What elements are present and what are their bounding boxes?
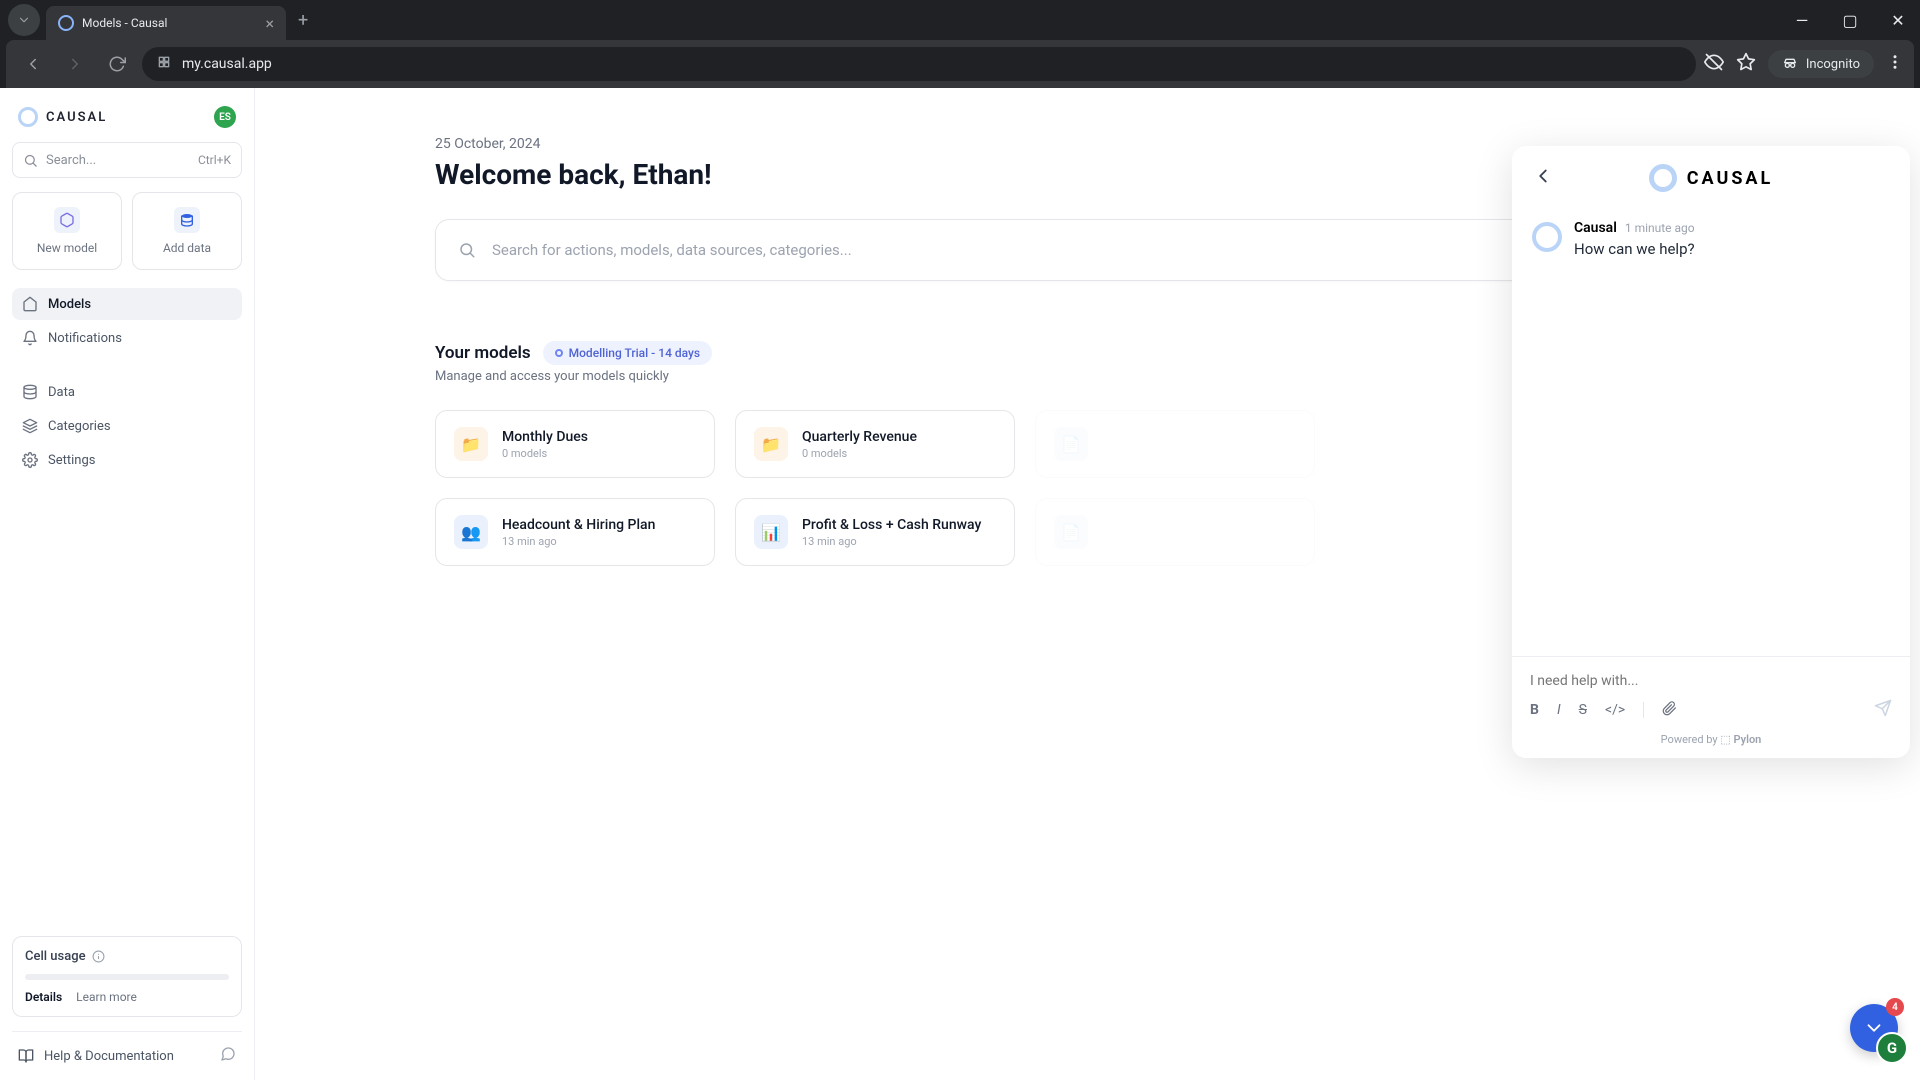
bookmark-icon[interactable] bbox=[1736, 52, 1756, 76]
nav-notifications[interactable]: Notifications bbox=[12, 322, 242, 354]
model-card[interactable]: 👥 Headcount & Hiring Plan 13 min ago bbox=[435, 498, 715, 566]
reload-button[interactable] bbox=[100, 47, 134, 81]
code-button[interactable]: </> bbox=[1605, 702, 1625, 718]
attach-button[interactable] bbox=[1662, 701, 1677, 720]
chat-format-toolbar: B I S </> bbox=[1530, 699, 1892, 721]
nav-data[interactable]: Data bbox=[12, 376, 242, 408]
model-card[interactable]: 📁 Quarterly Revenue 0 models bbox=[735, 410, 1015, 478]
incognito-icon bbox=[1782, 56, 1798, 72]
chat-footer: Powered by ⬚ Pylon bbox=[1512, 725, 1910, 758]
cell-usage-bar bbox=[25, 974, 229, 980]
chat-input[interactable] bbox=[1530, 667, 1892, 699]
tab-favicon bbox=[58, 15, 74, 31]
help-docs-link[interactable]: Help & Documentation bbox=[12, 1031, 242, 1080]
cell-usage-card: Cell usage Details Learn more bbox=[12, 936, 242, 1017]
people-icon: 👥 bbox=[454, 515, 488, 549]
chat-body: Causal 1 minute ago How can we help? bbox=[1512, 210, 1910, 656]
brand-row: CAUSAL ES bbox=[12, 102, 242, 142]
new-tab-button[interactable]: + bbox=[298, 10, 308, 31]
pylon-icon: ⬚ bbox=[1720, 733, 1733, 746]
tracking-icon[interactable] bbox=[1704, 52, 1724, 76]
sidebar-search[interactable]: Search... Ctrl+K bbox=[12, 142, 242, 178]
browser-toolbar: my.causal.app Incognito bbox=[6, 40, 1914, 88]
chat-brand-logo-icon bbox=[1649, 164, 1677, 192]
add-data-icon bbox=[174, 207, 200, 233]
doc-icon: 📄 bbox=[1054, 515, 1088, 549]
browser-tab[interactable]: Models - Causal × bbox=[46, 6, 286, 40]
nav-settings[interactable]: Settings bbox=[12, 444, 242, 476]
tab-close-button[interactable]: × bbox=[265, 14, 274, 33]
minimize-button[interactable]: — bbox=[1788, 11, 1816, 30]
grammarly-icon[interactable]: G bbox=[1876, 1032, 1908, 1064]
doc-icon: 📊 bbox=[754, 515, 788, 549]
close-window-button[interactable]: ✕ bbox=[1884, 11, 1912, 30]
sidebar: CAUSAL ES Search... Ctrl+K New model Add… bbox=[0, 88, 255, 1080]
search-shortcut: Ctrl+K bbox=[198, 153, 231, 167]
trial-badge[interactable]: Modelling Trial - 14 days bbox=[543, 341, 712, 365]
chat-header: CAUSAL bbox=[1512, 146, 1910, 210]
info-icon[interactable] bbox=[92, 950, 105, 963]
italic-button[interactable]: I bbox=[1557, 702, 1561, 718]
send-button[interactable] bbox=[1874, 699, 1892, 721]
bell-icon bbox=[22, 330, 38, 346]
brand-name: CAUSAL bbox=[46, 110, 107, 125]
chat-timestamp: 1 minute ago bbox=[1625, 221, 1695, 235]
nav-categories[interactable]: Categories bbox=[12, 410, 242, 442]
model-card[interactable]: 📁 Monthly Dues 0 models bbox=[435, 410, 715, 478]
quick-actions: New model Add data bbox=[12, 192, 242, 270]
search-icon bbox=[23, 153, 38, 168]
cell-learn-more-link[interactable]: Learn more bbox=[76, 990, 137, 1004]
url-text: my.causal.app bbox=[182, 56, 272, 72]
model-card[interactable]: 📄 bbox=[1035, 410, 1315, 478]
chat-back-button[interactable] bbox=[1532, 165, 1560, 191]
chat-brand: CAUSAL bbox=[1649, 164, 1774, 192]
nav-list: Models Notifications Data Categories Set… bbox=[12, 288, 242, 476]
support-chat-panel: CAUSAL Causal 1 minute ago How can we he… bbox=[1512, 146, 1910, 758]
gear-icon bbox=[22, 452, 38, 468]
browser-menu-button[interactable] bbox=[1886, 53, 1904, 75]
model-card[interactable]: 📄 bbox=[1035, 498, 1315, 566]
address-bar[interactable]: my.causal.app bbox=[142, 47, 1696, 81]
new-model-button[interactable]: New model bbox=[12, 192, 122, 270]
cell-usage-label: Cell usage bbox=[25, 949, 86, 964]
chat-avatar-icon bbox=[1532, 222, 1562, 252]
tab-search-button[interactable] bbox=[8, 4, 40, 36]
chat-icon[interactable] bbox=[220, 1046, 236, 1066]
nav-models[interactable]: Models bbox=[12, 288, 242, 320]
bold-button[interactable]: B bbox=[1530, 702, 1539, 718]
maximize-button[interactable]: ▢ bbox=[1836, 11, 1864, 30]
folder-icon: 📁 bbox=[454, 427, 488, 461]
layers-icon bbox=[22, 418, 38, 434]
search-icon bbox=[458, 241, 476, 259]
chat-sender: Causal bbox=[1574, 220, 1617, 236]
cell-details-link[interactable]: Details bbox=[25, 990, 62, 1004]
new-model-icon bbox=[54, 207, 80, 233]
chat-message: Causal 1 minute ago How can we help? bbox=[1532, 220, 1890, 258]
chat-input-area: B I S </> bbox=[1512, 656, 1910, 725]
add-data-button[interactable]: Add data bbox=[132, 192, 242, 270]
models-title: Your models bbox=[435, 343, 531, 363]
home-icon bbox=[22, 296, 38, 312]
incognito-badge[interactable]: Incognito bbox=[1768, 50, 1874, 78]
browser-tab-strip: Models - Causal × + — ▢ ✕ bbox=[0, 0, 1920, 40]
back-button[interactable] bbox=[16, 47, 50, 81]
site-info-icon[interactable] bbox=[156, 54, 172, 74]
brand-logo-icon bbox=[18, 107, 38, 127]
notification-badge: 4 bbox=[1886, 998, 1904, 1016]
strikethrough-button[interactable]: S bbox=[1579, 702, 1587, 718]
user-avatar[interactable]: ES bbox=[214, 106, 236, 128]
forward-button[interactable] bbox=[58, 47, 92, 81]
doc-icon: 📄 bbox=[1054, 427, 1088, 461]
folder-icon: 📁 bbox=[754, 427, 788, 461]
global-search-placeholder: Search for actions, models, data sources… bbox=[492, 241, 852, 259]
model-card[interactable]: 📊 Profit & Loss + Cash Runway 13 min ago bbox=[735, 498, 1015, 566]
tab-title: Models - Causal bbox=[82, 16, 257, 30]
trial-dot-icon bbox=[555, 349, 563, 357]
search-placeholder: Search... bbox=[46, 153, 96, 168]
app-viewport: CAUSAL ES Search... Ctrl+K New model Add… bbox=[0, 88, 1920, 1080]
window-controls: — ▢ ✕ bbox=[1788, 11, 1912, 30]
database-icon bbox=[22, 384, 38, 400]
book-icon bbox=[18, 1048, 34, 1064]
chat-message-text: How can we help? bbox=[1574, 240, 1695, 258]
